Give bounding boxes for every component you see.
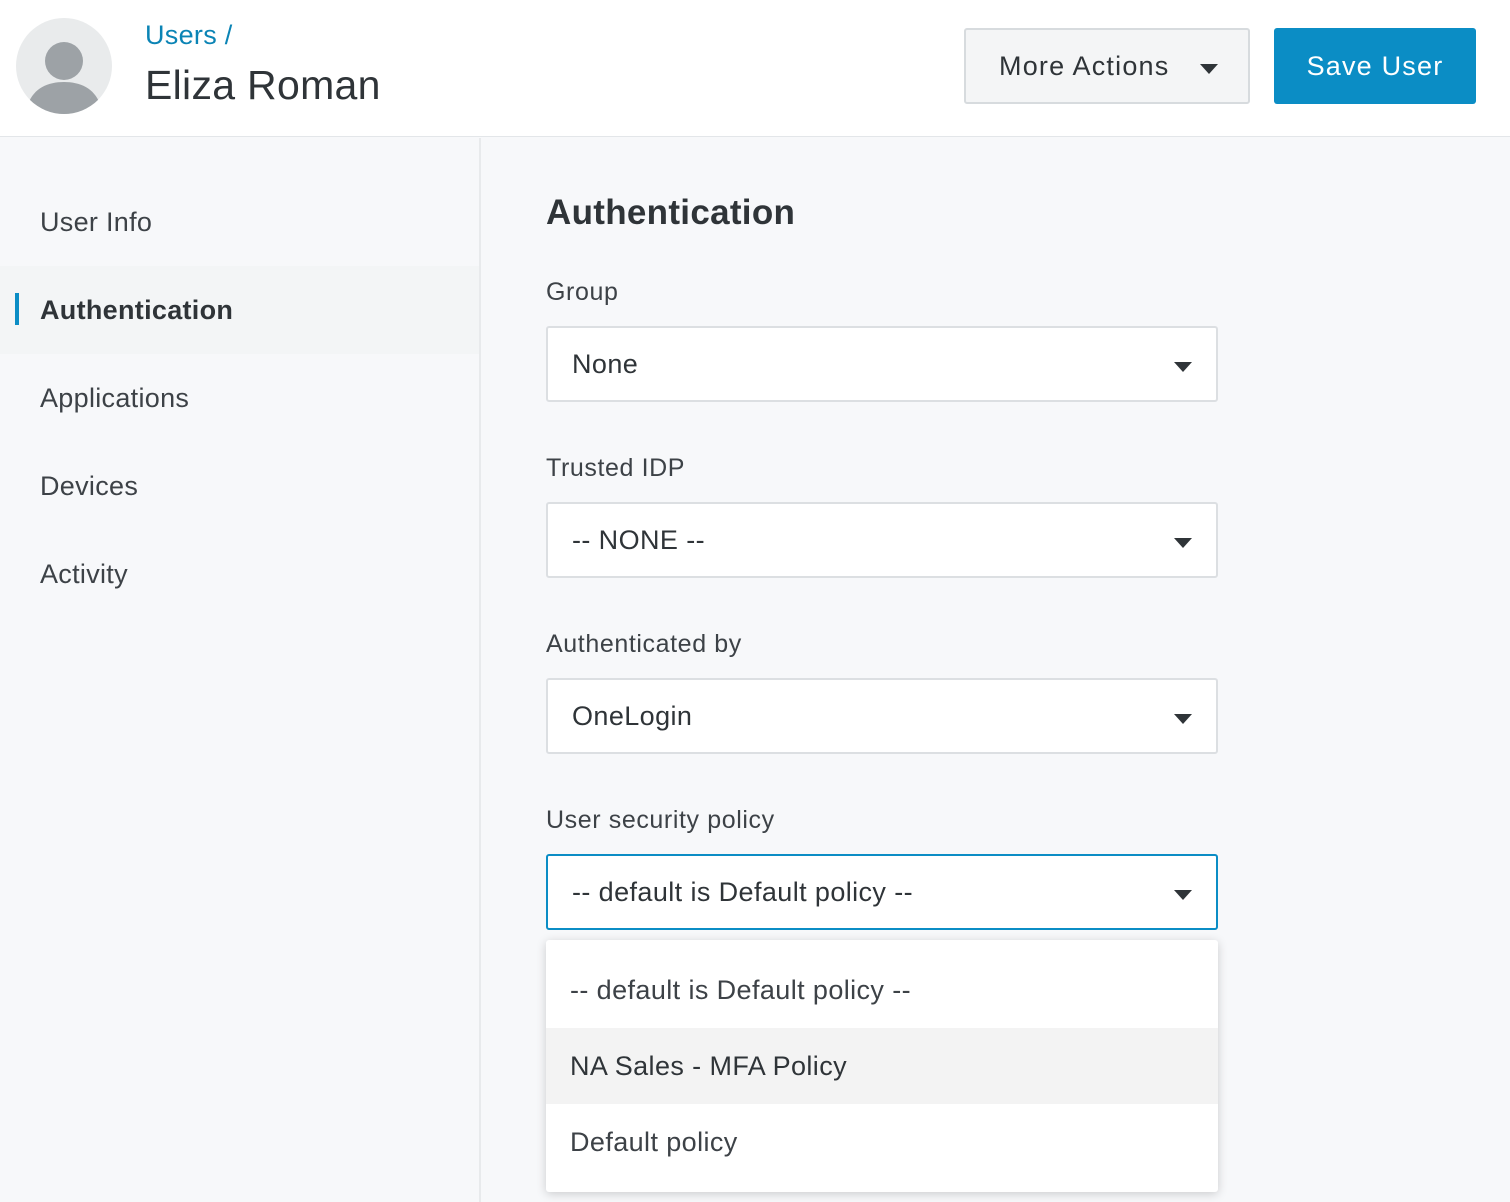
caret-down-icon (1200, 64, 1218, 74)
more-actions-label: More Actions (999, 50, 1170, 81)
trusted-idp-select-value: -- NONE -- (572, 524, 705, 555)
caret-down-icon (1174, 362, 1192, 372)
group-label: Group (546, 278, 619, 306)
sidebar-item-applications[interactable]: Applications (0, 354, 479, 442)
user-security-policy-label: User security policy (546, 806, 775, 834)
page-title: Eliza Roman (145, 62, 381, 108)
sidebar-item-devices[interactable]: Devices (0, 442, 479, 530)
policy-option[interactable]: Default policy (546, 1104, 1218, 1180)
policy-dropdown-menu: -- default is Default policy -- NA Sales… (546, 940, 1218, 1192)
avatar (16, 18, 112, 114)
authenticated-by-select[interactable]: OneLogin (546, 678, 1218, 754)
sidebar-item-authentication[interactable]: Authentication (0, 266, 479, 354)
caret-down-icon (1174, 538, 1192, 548)
more-actions-button[interactable]: More Actions (964, 28, 1250, 104)
group-select[interactable]: None (546, 326, 1218, 402)
caret-down-icon (1174, 890, 1192, 900)
caret-down-icon (1174, 714, 1192, 724)
page-header: Users / Eliza Roman More Actions Save Us… (0, 0, 1510, 137)
user-security-policy-select-value: -- default is Default policy -- (572, 876, 914, 907)
user-silhouette-icon (28, 42, 100, 114)
trusted-idp-label: Trusted IDP (546, 454, 686, 482)
policy-option[interactable]: -- default is Default policy -- (546, 952, 1218, 1028)
sidebar-item-activity[interactable]: Activity (0, 530, 479, 618)
sidebar-item-user-info[interactable]: User Info (0, 178, 479, 266)
authenticated-by-label: Authenticated by (546, 630, 742, 658)
section-title: Authentication (546, 193, 796, 232)
authenticated-by-select-value: OneLogin (572, 700, 693, 731)
trusted-idp-select[interactable]: -- NONE -- (546, 502, 1218, 578)
group-select-value: None (572, 348, 639, 379)
breadcrumb-users-link[interactable]: Users / (145, 20, 233, 51)
policy-option-highlighted[interactable]: NA Sales - MFA Policy (546, 1028, 1218, 1104)
user-security-policy-select[interactable]: -- default is Default policy -- (546, 854, 1218, 930)
sidebar-nav: User Info Authentication Applications De… (0, 138, 481, 1202)
save-user-button[interactable]: Save User (1274, 28, 1476, 104)
